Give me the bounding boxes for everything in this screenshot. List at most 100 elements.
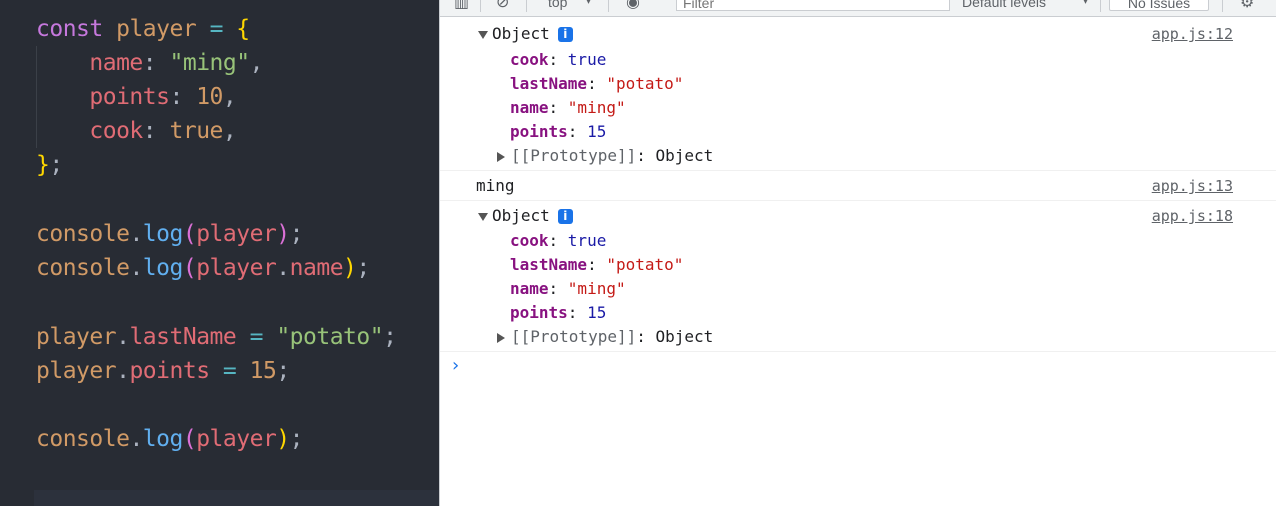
devtools-console-panel: ▥ ⊘ top ▾ ◉ Default levels ▾ No Issues ⚙… <box>439 0 1276 506</box>
console-message-object: Object i app.js:18 cook: true lastName: "… <box>440 201 1276 352</box>
semicolon: ; <box>49 152 63 178</box>
paren: ) <box>276 426 290 452</box>
current-line-highlight <box>34 490 439 506</box>
console-message-object: Object i app.js:12 cook: true lastName: "… <box>440 18 1276 171</box>
sidebar-toggle-icon[interactable]: ▥ <box>454 0 469 10</box>
object-summary[interactable]: Object i <box>478 22 573 46</box>
argument: player <box>196 221 277 247</box>
prototype-value: Object <box>655 327 714 346</box>
info-icon[interactable]: i <box>557 27 573 42</box>
prototype-value: Object <box>655 146 714 165</box>
object-property: cook: true <box>510 50 607 69</box>
prototype-row[interactable]: [[Prototype]]: Object <box>497 144 713 168</box>
code-editor[interactable]: const player = { name: "ming", points: 1… <box>0 0 439 506</box>
comma: , <box>222 118 237 144</box>
property-value: "potato" <box>606 74 684 93</box>
code-line-3: points: 10, <box>36 80 236 114</box>
source-link[interactable]: app.js:13 <box>1152 174 1233 198</box>
dot: . <box>116 358 130 384</box>
dot: . <box>116 324 130 350</box>
object-property: points: 15 <box>510 122 607 141</box>
property-key: points <box>510 303 568 322</box>
dot: . <box>129 221 143 247</box>
property-value: 15 <box>587 122 607 141</box>
code-line-7: console.log(player.name); <box>36 251 370 285</box>
variable-name: player <box>116 16 197 42</box>
number: 10 <box>196 84 223 110</box>
paren: ( <box>182 426 197 452</box>
console-prompt-icon[interactable]: › <box>452 354 459 378</box>
operator: = <box>222 358 237 384</box>
paren: ) <box>343 255 357 281</box>
code-line-10: console.log(player); <box>36 422 304 456</box>
property-key: lastName <box>510 255 588 274</box>
property-value: "ming" <box>567 279 626 298</box>
log-levels-dropdown[interactable]: Default levels <box>962 0 1046 10</box>
live-expression-eye-icon[interactable]: ◉ <box>626 0 640 10</box>
prototype-key: [[Prototype]] <box>511 146 637 165</box>
code-line-1: const player = { <box>36 12 250 46</box>
semicolon: ; <box>383 324 397 350</box>
paren: ( <box>182 255 197 281</box>
info-icon[interactable]: i <box>557 209 573 224</box>
triangle-down-icon[interactable] <box>478 30 488 39</box>
issues-button[interactable]: No Issues <box>1109 0 1209 11</box>
object-property: name: "ming" <box>510 279 626 298</box>
property-key: name <box>510 279 549 298</box>
property-value: true <box>567 50 607 69</box>
comma: , <box>249 50 264 76</box>
colon: : <box>142 118 157 144</box>
property: points <box>129 358 210 384</box>
triangle-down-icon[interactable] <box>478 212 488 221</box>
prototype-row[interactable]: [[Prototype]]: Object <box>497 325 713 349</box>
property-value: "potato" <box>606 255 684 274</box>
property-key: lastName <box>510 74 588 93</box>
string: "ming" <box>169 50 251 76</box>
object-name: player <box>36 358 117 384</box>
string: "potato" <box>276 324 384 350</box>
object-property: lastName: "potato" <box>510 255 684 274</box>
object-label: Object <box>492 24 550 43</box>
property: lastName <box>129 324 237 350</box>
console-toolbar: ▥ ⊘ top ▾ ◉ Default levels ▾ No Issues ⚙ <box>440 0 1276 17</box>
source-link[interactable]: app.js:12 <box>1152 22 1233 46</box>
argument: player <box>196 426 277 452</box>
object-summary[interactable]: Object i <box>478 204 573 228</box>
semicolon: ; <box>276 358 290 384</box>
brace: } <box>36 152 50 178</box>
gear-icon[interactable]: ⚙ <box>1240 0 1254 10</box>
filter-input[interactable] <box>676 0 950 11</box>
code-line-5: }; <box>36 148 63 182</box>
number: 15 <box>249 358 277 384</box>
semicolon: ; <box>289 426 304 452</box>
object-name: console <box>36 426 130 452</box>
object-property: lastName: "potato" <box>510 74 684 93</box>
prototype-key: [[Prototype]] <box>511 327 637 346</box>
chevron-down-icon: ▾ <box>586 0 592 7</box>
property: name <box>289 255 344 281</box>
code-line-9: player.points = 15; <box>36 354 290 388</box>
property-value: 15 <box>587 303 607 322</box>
property-key: points <box>510 122 568 141</box>
object-property: points: 15 <box>510 303 607 322</box>
clear-console-icon[interactable]: ⊘ <box>496 0 509 10</box>
function-name: log <box>142 221 184 247</box>
source-link[interactable]: app.js:18 <box>1152 204 1233 228</box>
log-text: ming <box>476 176 515 195</box>
triangle-right-icon[interactable] <box>497 332 505 343</box>
toolbar-divider <box>526 0 527 12</box>
operator: = <box>209 16 224 42</box>
triangle-right-icon[interactable] <box>497 151 505 162</box>
operator: = <box>249 324 264 350</box>
dot: . <box>129 255 143 281</box>
context-selector[interactable]: top <box>548 0 567 10</box>
colon: : <box>142 50 157 76</box>
code-line-6: console.log(player); <box>36 217 304 251</box>
toolbar-divider <box>608 0 609 12</box>
boolean: true <box>169 118 224 144</box>
colon: : <box>169 84 183 110</box>
comma: , <box>222 84 237 110</box>
semicolon: ; <box>289 221 304 247</box>
object-property: name: "ming" <box>510 98 626 117</box>
toolbar-divider <box>1100 0 1101 12</box>
